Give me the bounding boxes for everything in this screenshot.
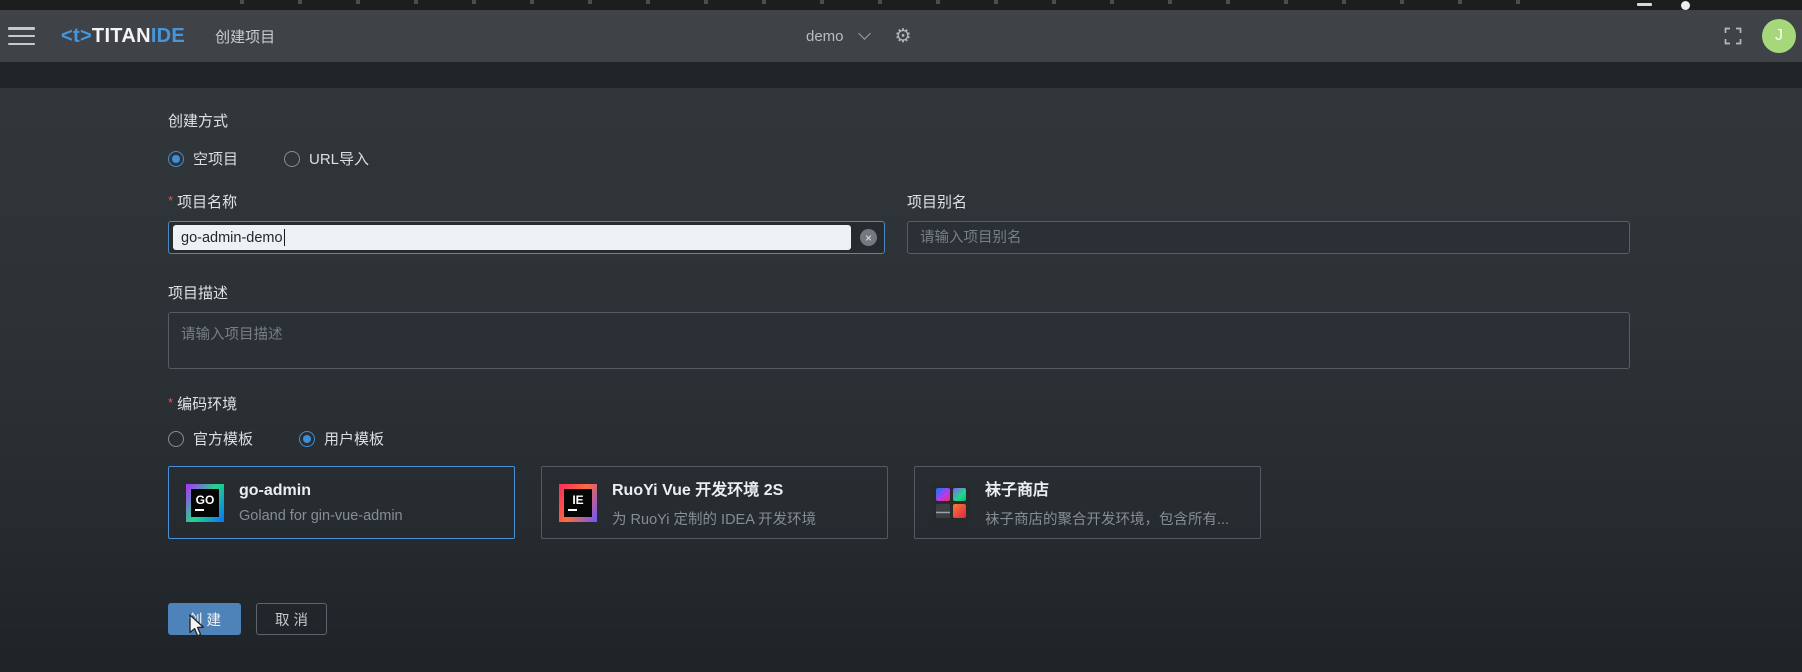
create-project-form: 创建方式 空项目 URL导入 项目名称 go-admin-demo × 项目别名 (0, 88, 1802, 672)
multi-ide-icon (932, 483, 970, 522)
project-name-value: go-admin-demo (181, 229, 283, 246)
browser-strip (0, 0, 1802, 10)
template-description: Goland for gin-vue-admin (239, 507, 403, 524)
browser-avatar-icon (1681, 1, 1690, 10)
coding-environment-label: 编码环境 (168, 393, 1802, 414)
radio-user-template[interactable]: 用户模板 (299, 428, 384, 449)
radio-unchecked-icon (168, 430, 184, 447)
bookmark-ticks (240, 0, 1542, 4)
chevron-down-icon (857, 27, 871, 40)
project-name-input[interactable]: go-admin-demo (173, 225, 851, 250)
project-name-field: go-admin-demo × (168, 221, 885, 254)
workspace-selector[interactable]: demo ⚙ (806, 10, 912, 62)
browser-menu-icon (1637, 3, 1652, 6)
template-card-go-admin[interactable]: GO go-admin Goland for gin-vue-admin (168, 466, 515, 539)
app-header: <t>TITANIDE 创建项目 demo ⚙ J (0, 10, 1802, 62)
cancel-button[interactable]: 取 消 (256, 603, 327, 635)
template-cards: GO go-admin Goland for gin-vue-admin IE … (168, 466, 1802, 539)
coding-environment-options: 官方模板 用户模板 (168, 428, 1802, 449)
template-description: 为 RuoYi 定制的 IDEA 开发环境 (612, 512, 817, 528)
logo-suffix: IDE (150, 24, 186, 47)
hamburger-menu-icon[interactable] (8, 27, 35, 45)
form-actions: 创 建 取 消 (168, 603, 1802, 635)
page-title: 创建项目 (215, 28, 276, 46)
creation-method-options: 空项目 URL导入 (168, 148, 1802, 169)
radio-label: 官方模板 (193, 431, 254, 448)
template-card-sock-shop[interactable]: 袜子商店 袜子商店的聚合开发环境，包含所有... (914, 466, 1261, 539)
template-title: RuoYi Vue 开发环境 2S (612, 482, 784, 499)
project-description-label: 项目描述 (168, 285, 229, 302)
project-description-textarea[interactable] (168, 312, 1630, 369)
logo-prefix: <t> (61, 24, 92, 47)
text-caret (283, 229, 286, 246)
radio-checked-icon (168, 150, 184, 167)
app-logo: <t>TITANIDE (61, 25, 185, 48)
gear-icon[interactable]: ⚙ (895, 27, 912, 46)
workspace-name: demo (806, 27, 844, 45)
clear-input-icon[interactable]: × (860, 229, 877, 246)
fullscreen-icon[interactable] (1724, 27, 1742, 45)
radio-label: 空项目 (193, 151, 239, 168)
radio-url-import[interactable]: URL导入 (284, 148, 369, 169)
header-shadow-band (0, 62, 1802, 88)
logo-brand: TITAN (91, 24, 151, 47)
radio-checked-icon (299, 430, 316, 447)
radio-label: URL导入 (309, 151, 370, 168)
template-title: 袜子商店 (985, 482, 1050, 499)
template-title: go-admin (239, 481, 311, 499)
project-name-label: 项目名称 (168, 191, 885, 212)
create-button[interactable]: 创 建 (168, 603, 241, 635)
creation-method-label: 创建方式 (168, 113, 229, 130)
radio-empty-project[interactable]: 空项目 (168, 148, 238, 169)
radio-unchecked-icon (284, 150, 301, 167)
radio-official-template[interactable]: 官方模板 (168, 428, 253, 449)
avatar[interactable]: J (1762, 19, 1796, 53)
radio-label: 用户模板 (324, 431, 385, 448)
project-alias-input[interactable] (907, 221, 1630, 254)
template-card-ruoyi[interactable]: IE RuoYi Vue 开发环境 2S 为 RuoYi 定制的 IDEA 开发… (541, 466, 888, 539)
project-alias-label: 项目别名 (907, 194, 968, 211)
template-description: 袜子商店的聚合开发环境，包含所有... (985, 512, 1230, 528)
goland-icon: GO (186, 483, 224, 522)
idea-icon: IE (559, 483, 597, 522)
